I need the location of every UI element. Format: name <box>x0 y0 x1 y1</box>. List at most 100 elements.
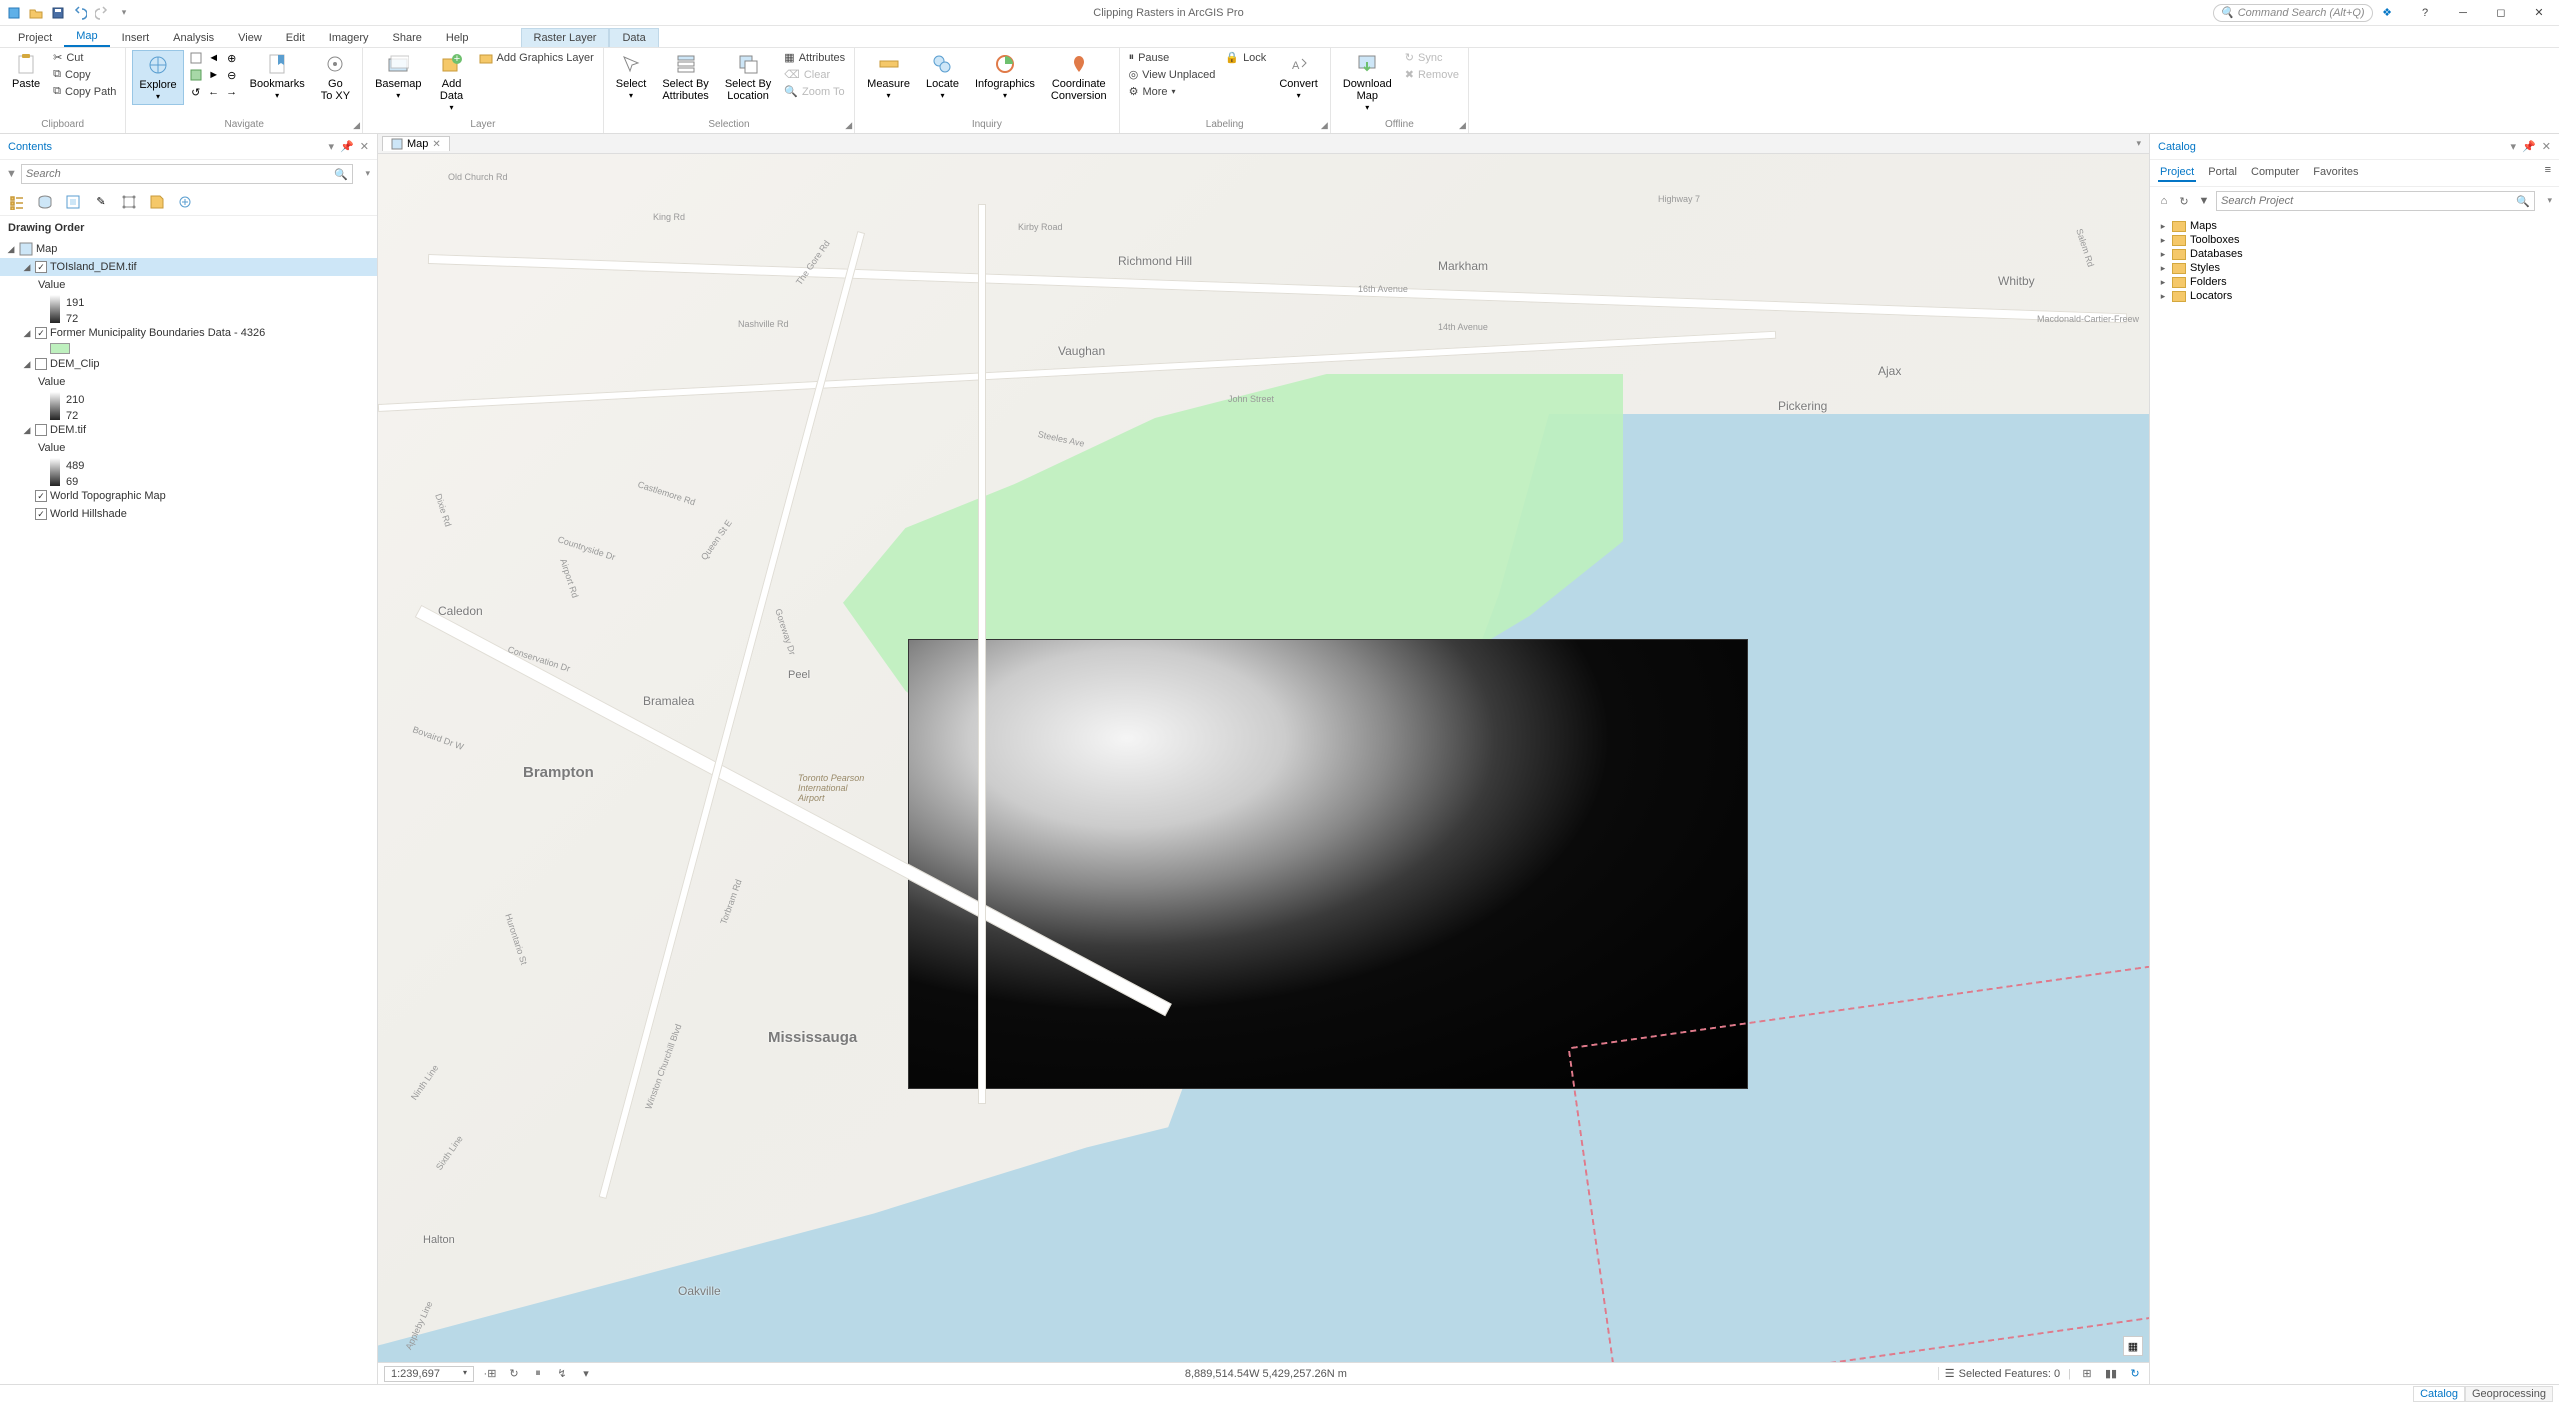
explore-button[interactable]: Explore ▾ <box>132 50 183 105</box>
list-by-labeling-icon[interactable] <box>148 193 166 211</box>
fixed-zoom-out-icon[interactable]: ⊖ <box>224 67 240 83</box>
nav-ico-a[interactable]: ↺ <box>188 84 204 100</box>
remove-offline-button[interactable]: ✖Remove <box>1402 67 1462 82</box>
list-by-source-icon[interactable] <box>36 193 54 211</box>
catalog-item-styles[interactable]: ▸Styles <box>2154 261 2555 275</box>
nav-ico-c[interactable]: → <box>224 84 240 100</box>
layer-checkbox[interactable] <box>35 424 47 436</box>
select-button[interactable]: Select ▾ <box>610 50 653 103</box>
tab-project[interactable]: Project <box>6 29 64 47</box>
basemap-button[interactable]: Basemap ▾ <box>369 50 427 103</box>
snap-icon[interactable]: ▾ <box>578 1366 594 1382</box>
command-search[interactable]: 🔍 Command Search (Alt+Q) <box>2213 4 2373 22</box>
tab-share[interactable]: Share <box>381 29 434 47</box>
toc-layer-world-topo[interactable]: World Topographic Map <box>0 487 377 505</box>
help-icon[interactable]: ? <box>2411 3 2439 23</box>
toc-map-frame[interactable]: ◢ Map <box>0 240 377 258</box>
draw-pause-icon[interactable]: ▮▮ <box>2103 1366 2119 1382</box>
bookmarks-button[interactable]: Bookmarks ▾ <box>244 50 311 103</box>
maximize-button[interactable]: ◻ <box>2487 3 2515 23</box>
cut-button[interactable]: ✂Cut <box>50 50 119 65</box>
catalog-refresh-icon[interactable]: ↻ <box>2176 193 2192 209</box>
draw-refresh-icon[interactable]: ↻ <box>2127 1366 2143 1382</box>
catalog-item-locators[interactable]: ▸Locators <box>2154 289 2555 303</box>
map-overlay-toggle-icon[interactable]: ▦ <box>2123 1336 2143 1356</box>
layer-checkbox[interactable] <box>35 261 47 273</box>
pane-close-icon[interactable]: ✕ <box>2542 140 2551 153</box>
download-map-button[interactable]: Download Map▾ <box>1337 50 1398 115</box>
catalog-tab-favorites[interactable]: Favorites <box>2311 164 2360 182</box>
catalog-item-maps[interactable]: ▸Maps <box>2154 219 2555 233</box>
toc-layer-dem-tif[interactable]: ◢ DEM.tif <box>0 421 377 439</box>
source-icon[interactable]: ⊞ <box>2079 1366 2095 1382</box>
prev-extent-icon[interactable]: ◄ <box>206 50 222 66</box>
map-scale-input[interactable]: 1:239,697▾ <box>384 1366 474 1382</box>
tab-edit[interactable]: Edit <box>274 29 317 47</box>
layer-checkbox[interactable] <box>35 327 47 339</box>
tab-map[interactable]: Map <box>64 27 109 47</box>
toc-layer-world-hillshade[interactable]: World Hillshade <box>0 505 377 523</box>
save-icon[interactable] <box>50 5 66 21</box>
map-view-tab[interactable]: Map ✕ <box>382 136 450 151</box>
goto-xy-button[interactable]: Go To XY <box>315 50 356 104</box>
filter-icon[interactable]: ▼ <box>6 168 17 180</box>
select-by-loc-button[interactable]: Select By Location <box>719 50 777 104</box>
measure-button[interactable]: Measure▾ <box>861 50 916 103</box>
map-canvas[interactable]: Richmond Hill Markham Vaughan Whitby Aja… <box>378 154 2149 1362</box>
convert-labels-button[interactable]: AConvert▾ <box>1273 50 1324 103</box>
close-button[interactable]: ✕ <box>2525 3 2553 23</box>
catalog-filter-icon[interactable]: ▼ <box>2196 193 2212 209</box>
redo-icon[interactable] <box>94 5 110 21</box>
tab-analysis[interactable]: Analysis <box>161 29 226 47</box>
open-icon[interactable] <box>28 5 44 21</box>
pause-drawing-icon[interactable]: ⏸ <box>530 1366 546 1382</box>
refresh-icon[interactable]: ↯ <box>554 1366 570 1382</box>
dock-tab-catalog[interactable]: Catalog <box>2413 1386 2465 1402</box>
pane-autohide-icon[interactable]: 📌 <box>340 140 354 153</box>
layer-checkbox[interactable] <box>35 508 47 520</box>
rotation-icon[interactable]: ↻ <box>506 1366 522 1382</box>
attributes-button[interactable]: ▦Attributes <box>781 50 848 65</box>
catalog-tab-project[interactable]: Project <box>2158 164 2196 182</box>
coord-conv-button[interactable]: Coordinate Conversion <box>1045 50 1113 104</box>
tab-insert[interactable]: Insert <box>110 29 162 47</box>
new-project-icon[interactable] <box>6 5 22 21</box>
copy-path-button[interactable]: ⧉Copy Path <box>50 84 119 99</box>
minimize-button[interactable]: ─ <box>2449 3 2477 23</box>
tab-help[interactable]: Help <box>434 29 481 47</box>
select-by-attr-button[interactable]: Select By Attributes <box>656 50 714 104</box>
sync-button[interactable]: ↻Sync <box>1402 50 1462 65</box>
add-graphics-layer-button[interactable]: Add Graphics Layer <box>476 50 597 66</box>
clear-selection-button[interactable]: ⌫Clear <box>781 67 848 82</box>
notifications-icon[interactable]: ❖ <box>2373 3 2401 23</box>
labeling-launcher-icon[interactable]: ◢ <box>1321 120 1328 131</box>
contents-search[interactable]: 🔍 ▾ <box>21 164 353 184</box>
zoom-to-button[interactable]: 🔍Zoom To <box>781 84 848 99</box>
catalog-tab-computer[interactable]: Computer <box>2249 164 2301 182</box>
list-by-editing-icon[interactable]: ✎ <box>92 193 110 211</box>
tab-raster-layer[interactable]: Raster Layer <box>521 28 610 47</box>
toc-layer-toisland-dem[interactable]: ◢ TOIsland_DEM.tif <box>0 258 377 276</box>
list-by-drawing-order-icon[interactable] <box>8 193 26 211</box>
nav-ico-b[interactable]: ← <box>206 84 222 100</box>
catalog-item-toolboxes[interactable]: ▸Toolboxes <box>2154 233 2555 247</box>
tab-view[interactable]: View <box>226 29 274 47</box>
toc-layer-dem-clip[interactable]: ◢ DEM_Clip <box>0 355 377 373</box>
list-by-selection-icon[interactable] <box>64 193 82 211</box>
tab-imagery[interactable]: Imagery <box>317 29 381 47</box>
copy-button[interactable]: ⧉Copy <box>50 67 119 82</box>
tab-data[interactable]: Data <box>609 28 658 47</box>
map-tab-menu-icon[interactable]: ▾ <box>2132 138 2145 149</box>
pane-menu-icon[interactable]: ▾ <box>2511 140 2517 153</box>
pane-menu-icon[interactable]: ▾ <box>329 140 335 153</box>
zoom-to-selection-icon[interactable] <box>188 67 204 83</box>
catalog-search[interactable]: 🔍 ▾ <box>2216 191 2535 211</box>
view-unplaced-button[interactable]: ◎View Unplaced <box>1126 67 1219 82</box>
qat-more-icon[interactable]: ▾ <box>116 5 132 21</box>
paste-button[interactable]: Paste <box>6 50 46 92</box>
locate-button[interactable]: Locate▾ <box>920 50 965 103</box>
more-labeling-button[interactable]: ⚙More ▾ <box>1126 84 1219 99</box>
scale-lock-icon[interactable]: ·⊞ <box>482 1366 498 1382</box>
fixed-zoom-in-icon[interactable]: ⊕ <box>224 50 240 66</box>
add-data-button[interactable]: + Add Data ▾ <box>432 50 472 115</box>
